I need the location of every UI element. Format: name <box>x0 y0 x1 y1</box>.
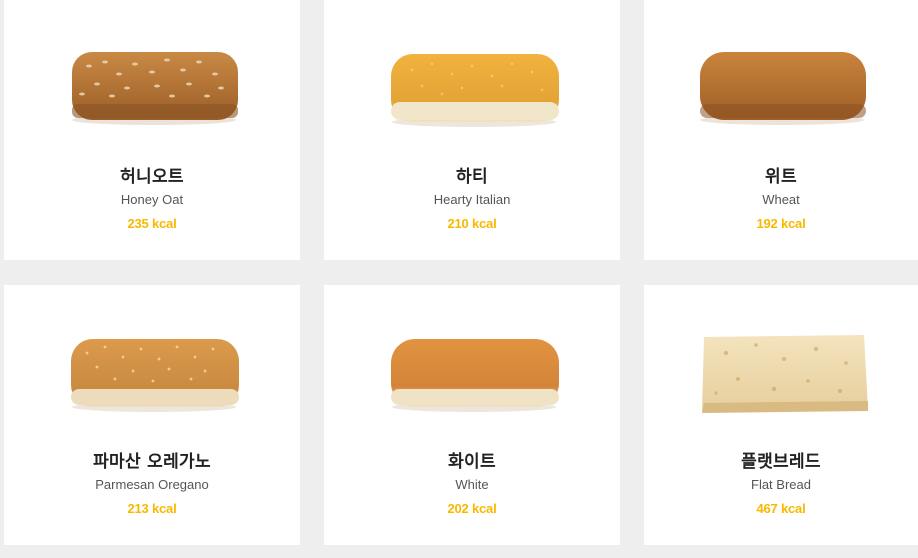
bread-card-white[interactable]: 화이트 White 202 kcal <box>324 285 620 545</box>
bread-card-parmesan-oregano[interactable]: 파마산 오레가노 Parmesan Oregano 213 kcal <box>4 285 300 545</box>
bread-name-korean: 플랫브레드 <box>741 452 821 472</box>
bread-calories: 235 kcal <box>127 216 177 231</box>
bread-name-korean: 하티 <box>456 167 488 187</box>
white-bread-image <box>377 319 567 429</box>
bread-calories: 467 kcal <box>756 501 806 516</box>
bread-name-english: Wheat <box>762 192 800 207</box>
flat-bread-image <box>686 319 876 429</box>
bread-card-flat-bread[interactable]: 플랫브레드 Flat Bread 467 kcal <box>644 285 918 545</box>
wheat-bread-image <box>686 34 876 144</box>
bread-name-korean: 허니오트 <box>120 167 184 187</box>
parmesan-oregano-bread-image <box>57 319 247 429</box>
bread-calories: 210 kcal <box>447 216 497 231</box>
bread-name-korean: 화이트 <box>448 452 496 472</box>
bread-name-english: Hearty Italian <box>433 192 511 207</box>
bread-name-korean: 위트 <box>765 167 797 187</box>
bread-calories: 213 kcal <box>127 501 177 516</box>
bread-calories: 202 kcal <box>447 501 497 516</box>
bread-calories: 192 kcal <box>756 216 806 231</box>
bread-card-wheat[interactable]: 위트 Wheat 192 kcal <box>644 0 918 260</box>
bread-name-korean: 파마산 오레가노 <box>93 452 211 472</box>
bread-name-english: Honey Oat <box>120 192 184 207</box>
bread-card-honey-oat[interactable]: 허니오트 Honey Oat 235 kcal <box>4 0 300 260</box>
bread-name-english: Parmesan Oregano <box>95 477 209 492</box>
bread-grid: 허니오트 Honey Oat 235 kcal 하티 Hearty Italia… <box>0 0 918 558</box>
bread-name-english: White <box>455 477 489 492</box>
hearty-italian-bread-image <box>377 34 567 144</box>
honey-oat-bread-image <box>57 34 247 144</box>
bread-card-hearty-italian[interactable]: 하티 Hearty Italian 210 kcal <box>324 0 620 260</box>
bread-name-english: Flat Bread <box>751 477 811 492</box>
